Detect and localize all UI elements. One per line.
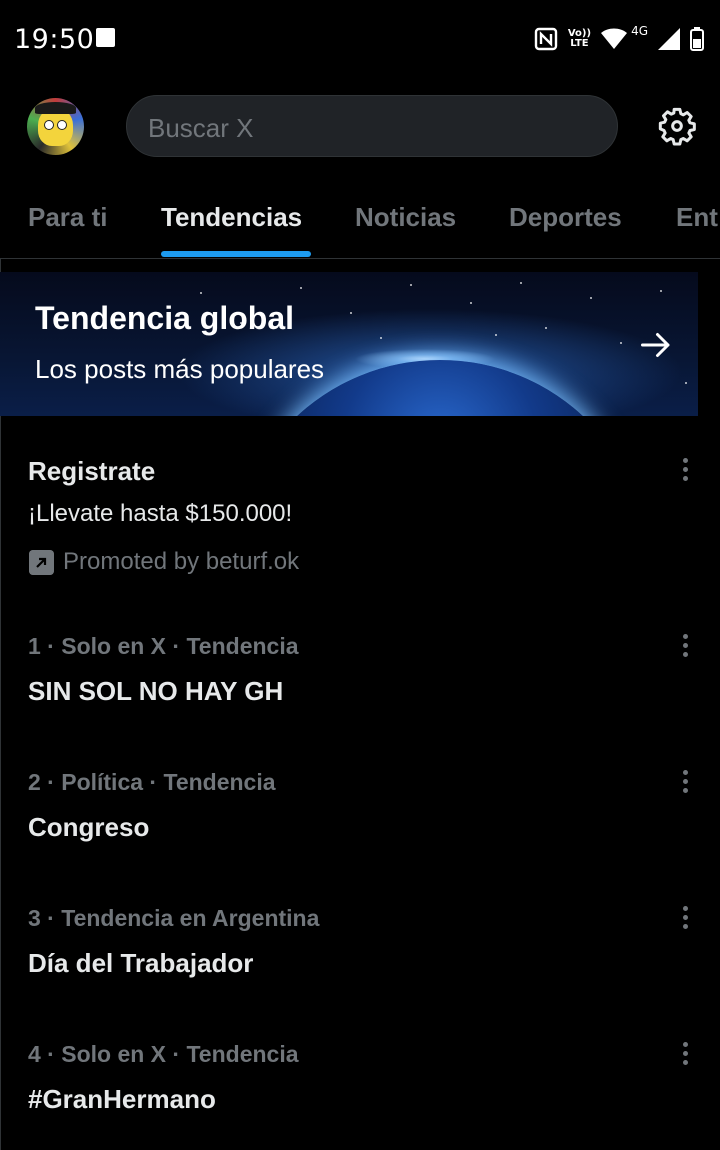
star xyxy=(410,284,412,286)
star xyxy=(520,282,522,284)
tab-para-ti[interactable]: Para ti xyxy=(28,202,108,233)
status-icons: Vo)) LTE 4G xyxy=(534,24,704,54)
search-input[interactable]: Buscar X xyxy=(126,95,618,157)
notification-square-icon xyxy=(96,28,115,47)
star xyxy=(660,290,662,292)
star xyxy=(350,312,352,314)
avatar-eye-left xyxy=(44,120,54,130)
trend-item[interactable]: 3 · Tendencia en Argentina Día del Traba… xyxy=(0,892,720,1012)
arrow-right-icon[interactable] xyxy=(638,327,674,363)
trend-meta: 1 · Solo en X · Tendencia xyxy=(28,633,299,659)
tab-entretenimiento[interactable]: Ent xyxy=(676,202,718,233)
trend-title: SIN SOL NO HAY GH xyxy=(28,676,284,706)
trend-title: Congreso xyxy=(28,812,150,842)
status-time: 19:50 xyxy=(14,24,95,55)
more-options-icon[interactable] xyxy=(676,1042,694,1068)
star xyxy=(620,342,622,344)
avatar-eye-right xyxy=(57,120,67,130)
star xyxy=(300,287,302,289)
star xyxy=(200,292,202,294)
promoted-icon xyxy=(29,550,54,575)
star xyxy=(590,297,592,299)
trend-item[interactable]: 1 · Solo en X · Tendencia SIN SOL NO HAY… xyxy=(0,620,720,740)
trend-title: Día del Trabajador xyxy=(28,948,254,978)
trend-title: #GranHermano xyxy=(28,1084,216,1114)
promoted-by: Promoted by beturf.ok xyxy=(63,548,300,575)
trend-meta: 3 · Tendencia en Argentina xyxy=(28,905,320,931)
wifi-icon xyxy=(601,28,628,49)
tab-deportes[interactable]: Deportes xyxy=(509,202,622,233)
star xyxy=(470,302,472,304)
more-options-icon[interactable] xyxy=(676,906,694,932)
tab-bar: Para ti Tendencias Noticias Deportes Ent xyxy=(0,180,720,259)
promoted-description: ¡Llevate hasta $150.000! xyxy=(28,500,293,527)
banner-subtitle: Los posts más populares xyxy=(35,354,325,384)
search-placeholder: Buscar X xyxy=(148,113,254,143)
tab-tendencias[interactable]: Tendencias xyxy=(161,202,302,233)
trend-item[interactable]: 4 · Solo en X · Tendencia #GranHermano xyxy=(0,1028,720,1148)
battery-icon xyxy=(690,27,704,51)
signal-icon xyxy=(658,28,680,50)
star xyxy=(545,327,547,329)
global-trend-banner[interactable]: Tendencia global Los posts más populares xyxy=(0,272,698,416)
settings-gear-icon[interactable] xyxy=(657,106,697,146)
more-options-icon[interactable] xyxy=(676,458,694,484)
volte-icon: Vo)) LTE xyxy=(567,28,592,49)
avatar-hair xyxy=(35,102,76,114)
banner-title: Tendencia global xyxy=(35,300,294,336)
more-options-icon[interactable] xyxy=(676,770,694,796)
promoted-trend[interactable]: Registrate ¡Llevate hasta $150.000! Prom… xyxy=(0,440,720,600)
status-bar: 19:50 Vo)) LTE 4G xyxy=(0,0,720,76)
trend-meta: 4 · Solo en X · Tendencia xyxy=(28,1041,299,1067)
trend-item[interactable]: 2 · Política · Tendencia Congreso xyxy=(0,756,720,876)
star xyxy=(685,382,687,384)
nfc-icon xyxy=(534,27,558,51)
avatar[interactable] xyxy=(27,98,84,155)
promoted-title: Registrate xyxy=(28,456,156,486)
trend-meta: 2 · Política · Tendencia xyxy=(28,769,276,795)
more-options-icon[interactable] xyxy=(676,634,694,660)
star xyxy=(380,337,382,339)
star xyxy=(495,334,497,336)
network-type-label: 4G xyxy=(631,24,648,38)
tab-noticias[interactable]: Noticias xyxy=(355,202,456,233)
active-tab-indicator xyxy=(161,251,311,257)
